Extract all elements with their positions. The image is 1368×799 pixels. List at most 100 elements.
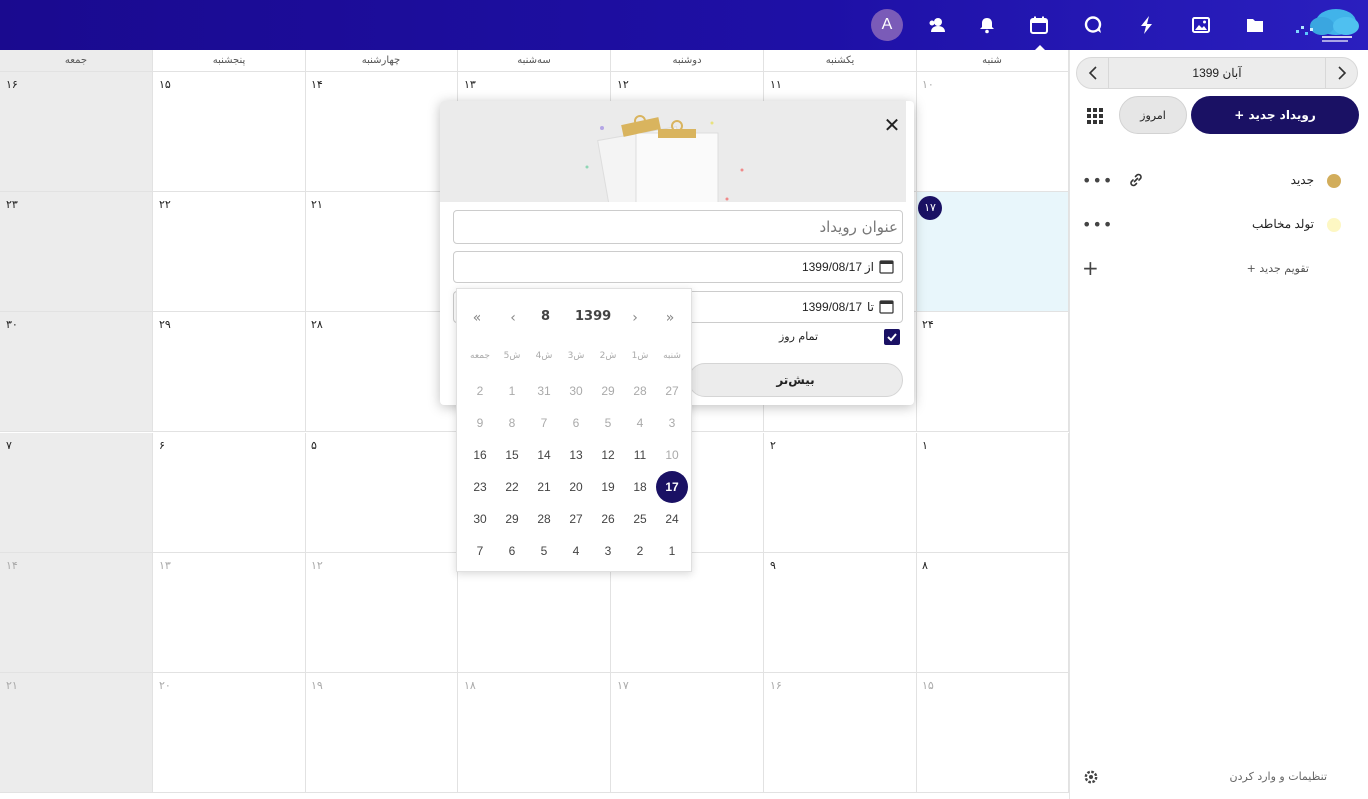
user-avatar[interactable]: A: [871, 9, 903, 41]
next-month-icon[interactable]: ›: [623, 301, 647, 335]
date-picker-day[interactable]: 27: [560, 503, 592, 535]
date-picker-day[interactable]: 7: [528, 407, 560, 439]
date-picker-day[interactable]: 9: [464, 407, 496, 439]
date-picker-day[interactable]: 8: [496, 407, 528, 439]
date-picker-day[interactable]: 30: [560, 375, 592, 407]
calendar-icon[interactable]: [879, 259, 894, 274]
new-calendar-label[interactable]: + تقویم جدید: [1247, 262, 1309, 275]
day-number[interactable]: ۱۰: [922, 78, 934, 91]
day-number[interactable]: ۱۷: [918, 196, 942, 220]
start-date-field[interactable]: 1399/08/17 از: [453, 251, 903, 283]
day-cell[interactable]: ۱۶: [0, 72, 153, 192]
brand-logo[interactable]: [1292, 4, 1360, 46]
day-number[interactable]: ۱۱: [770, 78, 782, 91]
settings-row[interactable]: تنظیمات و وارد کردن: [1070, 766, 1368, 788]
date-picker-day[interactable]: 17: [656, 471, 688, 503]
contacts-icon[interactable]: [922, 10, 952, 40]
day-number[interactable]: ۱۶: [770, 679, 782, 692]
date-picker-day[interactable]: 28: [624, 375, 656, 407]
day-number[interactable]: ۱۳: [159, 559, 171, 572]
date-picker-day[interactable]: 31: [528, 375, 560, 407]
day-cell[interactable]: ۱۵: [153, 72, 306, 192]
day-number[interactable]: ۱: [922, 439, 928, 452]
end-date-value[interactable]: 1399/08/17: [802, 300, 862, 314]
new-event-button[interactable]: + رویداد جدید: [1191, 96, 1359, 134]
day-number[interactable]: ۱۵: [159, 78, 171, 91]
day-cell[interactable]: ۲۱: [0, 673, 153, 793]
date-picker-day[interactable]: 6: [496, 535, 528, 567]
day-number[interactable]: ۱۶: [6, 78, 18, 91]
day-number[interactable]: ۲۳: [6, 198, 18, 211]
day-number[interactable]: ۷: [6, 439, 12, 452]
date-picker-day[interactable]: 7: [464, 535, 496, 567]
day-cell[interactable]: ۲۰: [153, 673, 306, 793]
day-number[interactable]: ۲۴: [922, 318, 934, 331]
files-icon[interactable]: [1240, 10, 1270, 40]
day-cell[interactable]: ۵: [305, 433, 458, 553]
view-grid-icon[interactable]: [1086, 107, 1104, 125]
calendar-icon[interactable]: [1024, 10, 1054, 50]
day-number[interactable]: ۲: [770, 439, 776, 452]
date-picker-day[interactable]: 14: [528, 439, 560, 471]
new-calendar-row[interactable]: + + تقویم جدید: [1070, 256, 1368, 282]
day-cell[interactable]: ۱: [916, 433, 1069, 553]
day-cell[interactable]: ۲۳: [0, 192, 153, 312]
day-number[interactable]: ۲۸: [311, 318, 323, 331]
talk-icon[interactable]: [1078, 10, 1108, 40]
day-number[interactable]: ۶: [159, 439, 165, 452]
date-picker-day[interactable]: 25: [624, 503, 656, 535]
day-number[interactable]: ۲۹: [159, 318, 171, 331]
date-picker-day[interactable]: 4: [560, 535, 592, 567]
day-number[interactable]: ۲۰: [159, 679, 171, 692]
calendar-item[interactable]: جدید •••: [1070, 166, 1368, 196]
day-number[interactable]: ۲۱: [6, 679, 18, 692]
gear-icon[interactable]: [1082, 768, 1100, 786]
plus-icon[interactable]: +: [1082, 256, 1099, 280]
day-cell[interactable]: ۱۲: [305, 553, 458, 673]
notifications-icon[interactable]: [972, 10, 1002, 40]
day-number[interactable]: ۵: [311, 439, 317, 452]
date-picker-day[interactable]: 2: [624, 535, 656, 567]
day-number[interactable]: ۸: [922, 559, 928, 572]
date-picker-day[interactable]: 18: [624, 471, 656, 503]
day-cell[interactable]: ۲: [764, 433, 917, 553]
day-cell[interactable]: ۲۹: [153, 312, 306, 432]
date-picker-day[interactable]: 4: [624, 407, 656, 439]
day-cell[interactable]: ۸: [916, 553, 1069, 673]
date-picker-day[interactable]: 22: [496, 471, 528, 503]
event-title-input[interactable]: [453, 210, 903, 244]
day-number[interactable]: ۱۸: [464, 679, 476, 692]
date-picker-day[interactable]: 15: [496, 439, 528, 471]
date-picker-day[interactable]: 28: [528, 503, 560, 535]
day-cell[interactable]: ۱۸: [458, 673, 611, 793]
day-number[interactable]: ۲۲: [159, 198, 171, 211]
activity-icon[interactable]: [1132, 10, 1162, 40]
current-month-label[interactable]: آبان 1399: [1111, 58, 1323, 88]
start-date-value[interactable]: 1399/08/17: [802, 260, 862, 274]
day-cell[interactable]: ۹: [764, 553, 917, 673]
previous-month-icon[interactable]: ‹: [501, 301, 525, 335]
date-picker-day[interactable]: 6: [560, 407, 592, 439]
day-number[interactable]: ۱۹: [311, 679, 323, 692]
day-cell[interactable]: ۱۴: [305, 72, 458, 192]
date-picker-day[interactable]: 23: [464, 471, 496, 503]
close-icon[interactable]: ✕: [882, 115, 902, 135]
calendar-color-dot[interactable]: [1327, 174, 1341, 188]
next-month-button[interactable]: [1325, 58, 1357, 88]
date-picker-year[interactable]: 1399: [575, 309, 611, 324]
day-number[interactable]: ۳۰: [6, 318, 18, 331]
day-number[interactable]: ۱۲: [311, 559, 323, 572]
day-number[interactable]: ۱۲: [617, 78, 629, 91]
photos-icon[interactable]: [1186, 10, 1216, 40]
day-cell[interactable]: ۱۷: [916, 192, 1069, 312]
day-cell[interactable]: ۳۰: [0, 312, 153, 432]
all-day-checkbox[interactable]: [884, 329, 900, 345]
date-picker-day[interactable]: 26: [592, 503, 624, 535]
date-picker-day[interactable]: 29: [592, 375, 624, 407]
share-link-icon[interactable]: [1128, 172, 1144, 188]
date-picker-day[interactable]: 29: [496, 503, 528, 535]
date-picker-day[interactable]: 19: [592, 471, 624, 503]
settings-label[interactable]: تنظیمات و وارد کردن: [1230, 770, 1327, 783]
calendar-actions-icon[interactable]: •••: [1082, 171, 1113, 190]
day-number[interactable]: ۱۳: [464, 78, 476, 91]
